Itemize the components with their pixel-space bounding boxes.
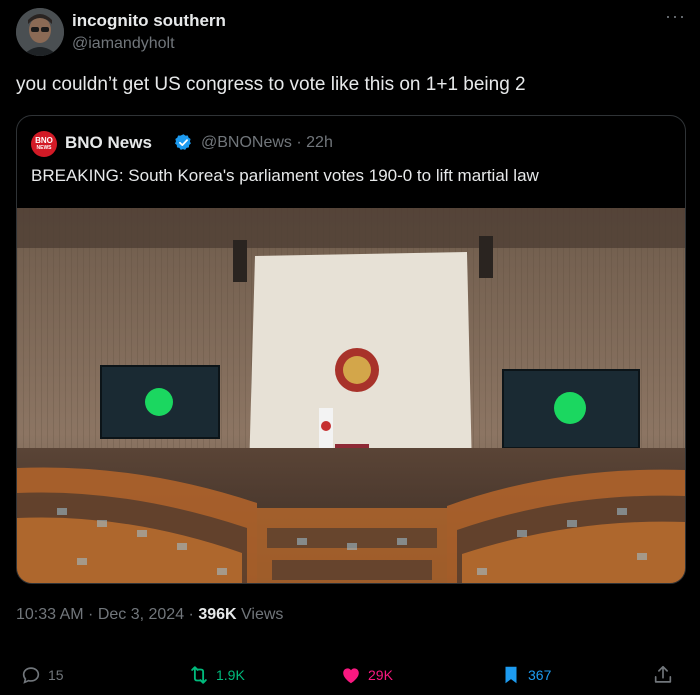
tweet-text: you couldn’t get US congress to vote lik… xyxy=(16,74,526,95)
bno-logo-subtext: NEWS xyxy=(36,145,52,151)
reply-icon xyxy=(22,667,40,684)
quoted-author-handle-time[interactable]: @BNONews · 22h xyxy=(201,134,333,152)
bno-news-logo[interactable]: BNO NEWS xyxy=(31,131,57,157)
author-name[interactable]: incognito southern xyxy=(72,11,226,31)
retweet-button[interactable]: 1.9K xyxy=(188,661,245,689)
tweet-timestamp[interactable]: 10:33 AM · Dec 3, 2024 · xyxy=(16,606,198,623)
like-count: 29K xyxy=(368,667,393,683)
views-label: Views xyxy=(236,606,284,623)
quoted-author-name[interactable]: BNO News xyxy=(65,133,152,153)
action-bar: 15 1.9K 29K 367 xyxy=(20,661,682,689)
like-button[interactable]: 29K xyxy=(340,661,393,689)
avatar[interactable] xyxy=(16,8,64,56)
retweet-count: 1.9K xyxy=(216,667,245,683)
tweet-header: incognito southern @iamandyholt ··· xyxy=(16,6,686,56)
share-button[interactable] xyxy=(652,661,674,689)
parliament-photo[interactable] xyxy=(17,208,685,584)
bookmark-icon xyxy=(505,666,517,684)
retweet-icon xyxy=(191,666,207,684)
heart-icon xyxy=(343,668,359,684)
bookmark-count: 367 xyxy=(528,667,552,683)
views-count: 396K xyxy=(198,606,237,623)
share-icon xyxy=(654,665,672,683)
avatar-portrait xyxy=(16,8,64,56)
author-handle[interactable]: @iamandyholt xyxy=(72,35,175,53)
reply-button[interactable]: 15 xyxy=(20,661,64,689)
quoted-tweet-header: BNO NEWS BNO News @BNONews · 22h xyxy=(31,131,671,157)
quoted-tweet-text: BREAKING: South Korea's parliament votes… xyxy=(31,166,539,185)
reply-count: 15 xyxy=(48,667,64,683)
more-dots-icon[interactable]: ··· xyxy=(665,6,686,27)
bno-logo-text: BNO xyxy=(35,136,53,145)
tweet-meta: 10:33 AM · Dec 3, 2024 · 396K Views xyxy=(16,606,283,624)
verified-badge-icon xyxy=(175,134,191,150)
bookmark-button[interactable]: 367 xyxy=(500,661,551,689)
quoted-tweet[interactable]: BNO NEWS BNO News @BNONews · 22h BREAKIN… xyxy=(16,115,686,584)
